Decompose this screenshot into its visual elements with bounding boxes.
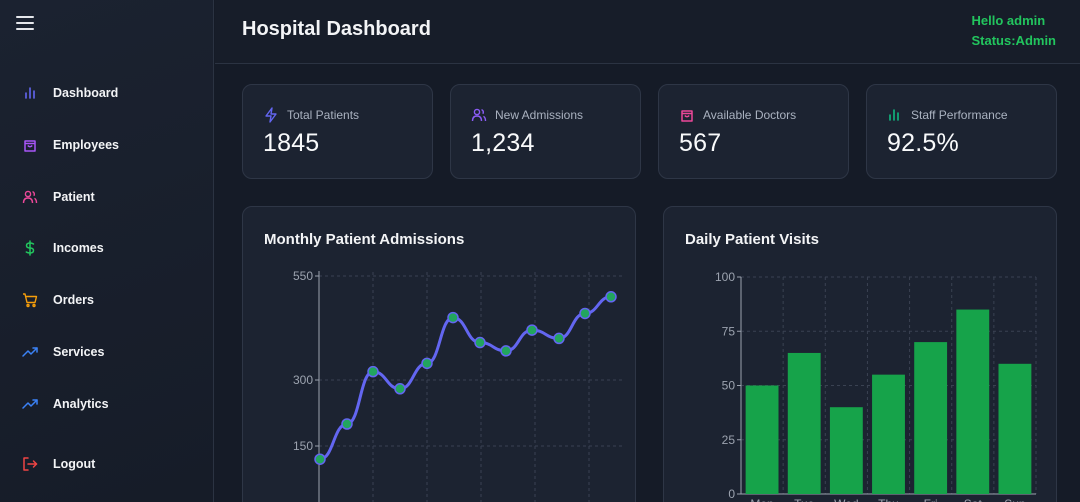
shopping-bag-icon [22, 137, 38, 153]
logout-icon [22, 456, 38, 472]
x-tick-label: Thu [878, 497, 899, 502]
x-tick-label: Wed [834, 497, 858, 502]
bar-chart-icon [887, 107, 903, 123]
stat-value: 92.5% [887, 129, 959, 157]
hamburger-menu-icon[interactable] [16, 16, 34, 34]
sidebar-item-patient[interactable]: Patient [0, 179, 214, 215]
bar [829, 407, 863, 494]
x-tick-label: Sat [964, 497, 983, 502]
status-text: Status:Admin [971, 33, 1057, 48]
bar-chart-card: Daily Patient Visits 0255075100MonTueWed… [663, 206, 1057, 502]
x-tick-label: Fri [924, 497, 938, 502]
x-tick-label: Mon [750, 497, 773, 502]
data-point [421, 357, 433, 370]
dollar-icon [22, 240, 38, 256]
stat-value: 1845 [263, 129, 320, 157]
bar [872, 374, 905, 494]
x-tick-label: Tue [794, 497, 815, 502]
sidebar-item-analytics[interactable]: Analytics [0, 386, 214, 422]
bar [956, 309, 990, 494]
bar [998, 363, 1032, 494]
bar [745, 385, 779, 494]
data-point [605, 291, 617, 303]
x-tick-label: Sun [1004, 497, 1025, 502]
data-point [526, 324, 538, 336]
y-tick-label: 300 [293, 373, 313, 387]
stat-label: New Admissions [495, 108, 584, 122]
sidebar-item-label: Dashboard [53, 86, 119, 100]
bar-chart: 0 25 50 75 100 Mon Tue Wed Thu Fri Sat Sun [715, 270, 1037, 502]
stat-label: Staff Performance [911, 108, 1008, 122]
series-line [319, 295, 612, 461]
stat-label: Available Doctors [703, 108, 797, 122]
sidebar-item-label: Employees [53, 138, 120, 152]
y-tick-label: 0 [728, 487, 735, 501]
sidebar-item-label: Patient [53, 190, 95, 204]
sidebar-item-dashboard[interactable]: Dashboard [0, 75, 214, 111]
data-point [579, 307, 591, 320]
data-point [500, 345, 512, 357]
sidebar-item-label: Orders [53, 293, 94, 307]
sidebar-item-label: Services [53, 345, 105, 359]
sidebar-item-incomes[interactable]: Incomes [0, 230, 214, 266]
data-point [553, 332, 565, 345]
users-icon [471, 107, 487, 123]
data-point [474, 336, 486, 349]
stat-value: 567 [679, 129, 722, 157]
greeting-text: Hello admin [971, 13, 1046, 28]
sidebar-item-label: Logout [53, 457, 96, 471]
sidebar-item-label: Analytics [53, 397, 109, 411]
stat-card-available-doctors: Available Doctors 567 [658, 84, 849, 179]
bar-chart-icon [22, 85, 38, 101]
top-header: Hospital Dashboard Hello admin Status:Ad… [215, 0, 1080, 64]
stat-card-total-patients: Total Patients 1845 [242, 84, 433, 179]
sidebar-item-logout[interactable]: Logout [0, 446, 214, 482]
sidebar-item-services[interactable]: Services [0, 334, 214, 370]
y-tick-label: 50 [722, 379, 736, 393]
bar [914, 342, 948, 494]
trend-up-icon [22, 396, 38, 412]
line-chart: 150 300 550 [293, 269, 623, 502]
y-tick-label: 75 [722, 324, 736, 338]
line-chart-card: Monthly Patient Admissions 150 300 550 [242, 206, 636, 502]
sidebar-item-orders[interactable]: Orders [0, 282, 214, 318]
stat-card-staff-performance: Staff Performance 92.5% [866, 84, 1057, 179]
sidebar-item-employees[interactable]: Employees [0, 127, 214, 163]
users-icon [22, 189, 38, 205]
page-title: Hospital Dashboard [242, 18, 431, 40]
user-info: Hello admin Status:Admin [972, 11, 1057, 51]
data-point [394, 383, 406, 395]
y-tick-label: 100 [715, 270, 735, 284]
cart-icon [22, 292, 38, 308]
sidebar: Dashboard Employees Patient Incomes Orde… [0, 0, 214, 502]
y-tick-label: 25 [722, 433, 736, 447]
data-point [314, 453, 326, 465]
data-point [367, 365, 379, 378]
data-point [341, 418, 353, 430]
zap-icon [263, 107, 279, 123]
sidebar-item-label: Incomes [53, 241, 104, 255]
shopping-bag-icon [679, 107, 695, 123]
stat-value: 1,234 [471, 129, 535, 157]
data-point [447, 311, 459, 324]
y-tick-label: 150 [293, 439, 313, 453]
stat-label: Total Patients [287, 108, 360, 122]
bar [787, 352, 821, 494]
trend-up-icon [22, 344, 38, 360]
stat-card-new-admissions: New Admissions 1,234 [450, 84, 641, 179]
y-tick-label: 550 [293, 269, 313, 283]
